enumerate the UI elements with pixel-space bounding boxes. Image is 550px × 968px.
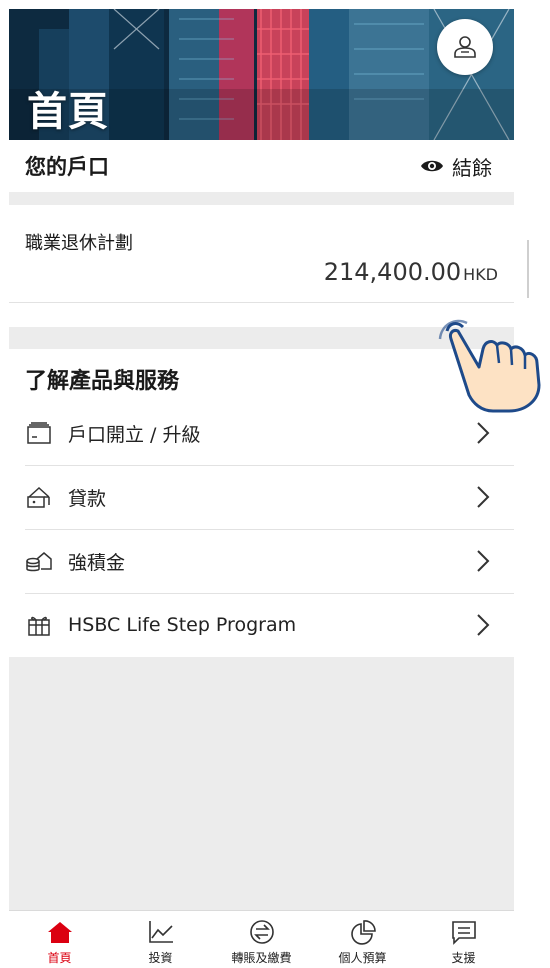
account-balance: 214,400.00 HKD	[324, 258, 498, 286]
transfer-icon	[249, 920, 274, 944]
tab-label: 支援	[451, 951, 476, 965]
product-label: HSBC Life Step Program	[68, 614, 297, 636]
pie-chart-icon	[350, 920, 376, 945]
tab-transfer[interactable]: 轉賬及繳費	[211, 911, 312, 968]
chevron-right-icon	[477, 422, 490, 444]
tab-support[interactable]: 支援	[413, 911, 514, 968]
loan-icon	[25, 483, 53, 511]
empty-area	[9, 657, 514, 910]
bottom-tab-bar: 首頁 投資 轉賬及繳費 個人預算 支援	[9, 910, 514, 968]
product-item-loan[interactable]: 貸款	[9, 465, 514, 529]
chevron-right-icon	[477, 550, 490, 572]
section-separator	[9, 192, 514, 205]
products-heading: 了解產品與服務	[25, 369, 180, 394]
tab-label: 個人預算	[338, 951, 387, 965]
gift-icon	[25, 611, 53, 639]
account-currency: HKD	[463, 265, 498, 284]
product-label: 強積金	[68, 551, 126, 574]
scroll-indicator	[527, 240, 529, 298]
account-card[interactable]: 職業退休計劃 214,400.00 HKD	[9, 205, 514, 303]
tab-label: 轉賬及繳費	[231, 951, 292, 965]
account-name: 職業退休計劃	[25, 233, 133, 254]
accounts-header: 您的戶口 結餘	[9, 140, 514, 192]
chevron-right-icon	[477, 614, 490, 636]
tab-budget[interactable]: 個人預算	[312, 911, 413, 968]
tab-label: 首頁	[47, 951, 72, 965]
mpf-icon	[25, 547, 53, 575]
balance-toggle[interactable]: 結餘	[420, 152, 492, 181]
product-label: 貸款	[68, 487, 107, 510]
product-item-mpf[interactable]: 強積金	[9, 529, 514, 593]
app-screen: 首頁 您的戶口 結餘 職業退休計劃 214,400.00 HKD 了解產品與服務…	[9, 9, 514, 968]
page-title: 首頁	[27, 89, 109, 135]
product-item-life-step[interactable]: HSBC Life Step Program	[9, 593, 514, 657]
product-label: 戶口開立 / 升級	[68, 423, 201, 446]
home-icon	[47, 922, 72, 943]
chevron-right-icon	[477, 486, 490, 508]
wallet-icon	[25, 419, 53, 447]
tap-hand-icon	[438, 319, 541, 413]
tab-invest[interactable]: 投資	[110, 911, 211, 968]
profile-icon	[454, 36, 476, 58]
profile-button[interactable]	[437, 19, 493, 75]
chart-icon	[148, 921, 173, 943]
tab-label: 投資	[148, 951, 173, 965]
hero-banner: 首頁	[9, 9, 514, 140]
message-icon	[451, 921, 476, 945]
account-amount: 214,400.00	[323, 258, 462, 286]
eye-icon	[421, 160, 443, 172]
balance-label: 結餘	[452, 155, 492, 180]
tab-home[interactable]: 首頁	[9, 911, 110, 968]
accounts-title: 您的戶口	[25, 155, 109, 179]
